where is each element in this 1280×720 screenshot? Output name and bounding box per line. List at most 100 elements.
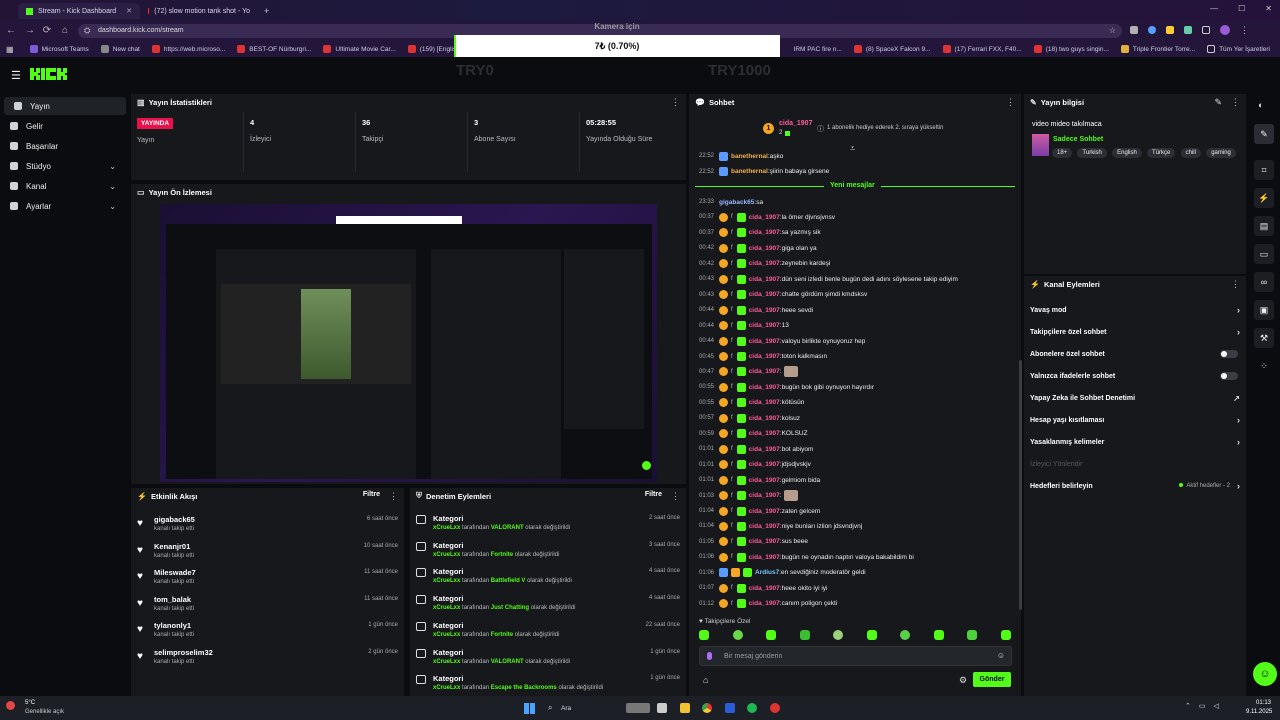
chat-message[interactable]: 00:44 f cida_1907: 13 xyxy=(699,319,1011,333)
browser-menu-icon[interactable]: ⋮ xyxy=(1240,26,1249,35)
chat-username[interactable]: cida_1907 xyxy=(749,307,780,314)
channel-action-row[interactable]: Hedefleri belirleyin Aktif hedefler - 2 › xyxy=(1030,476,1240,496)
bookmark-item[interactable]: (8) SpaceX Falcon 9... xyxy=(848,45,937,53)
chat-message[interactable]: 01:06 f cida_1907: bugün ne oynadın naptın… xyxy=(699,550,1011,564)
taskbar-app-icon[interactable] xyxy=(657,703,667,713)
chat-message[interactable]: 01:04 f cida_1907: niye bunları izlion jds… xyxy=(699,519,1011,533)
home-icon[interactable]: ⌂ xyxy=(60,26,70,36)
moderator-name[interactable]: xCrueLxx xyxy=(433,552,460,558)
extension-icon[interactable] xyxy=(1184,26,1192,34)
channel-action-row[interactable]: Yasaklanmış kelimeler › xyxy=(1030,432,1240,452)
bookmark-item[interactable]: Ultimate Movie Car... xyxy=(317,45,401,53)
chat-scrollbar[interactable] xyxy=(1019,360,1022,610)
theme-toggle-icon[interactable]: ◐ xyxy=(1258,100,1263,110)
moderator-name[interactable]: xCrueLxx xyxy=(433,659,460,665)
tag[interactable]: Türkçe xyxy=(1147,148,1176,158)
bookmark-item[interactable]: New chat xyxy=(95,45,146,53)
emote-icon[interactable] xyxy=(799,630,810,640)
rail-monitor-icon[interactable]: ▣ xyxy=(1254,300,1274,320)
chat-message[interactable]: 01:03 f cida_1907: xyxy=(699,489,1011,503)
chat-username[interactable]: gigaback65 xyxy=(719,199,754,206)
chat-username[interactable]: banethernal xyxy=(731,153,768,160)
channel-action-row[interactable]: Yavaş mod › xyxy=(1030,300,1240,320)
event-username[interactable]: Kenanjr01 xyxy=(154,542,190,551)
back-icon[interactable]: ← xyxy=(6,26,16,36)
chat-username[interactable]: cida_1907 xyxy=(749,368,780,375)
emote-icon[interactable] xyxy=(833,630,844,640)
channel-action-row[interactable]: Takipçilere özel sohbet › xyxy=(1030,322,1240,342)
chat-username[interactable]: cida_1907 xyxy=(749,322,780,329)
chat-message[interactable]: 00:59 f cida_1907: KOLSUZ xyxy=(699,427,1011,441)
chat-username[interactable]: cida_1907 xyxy=(749,260,780,267)
rail-link-icon[interactable]: ∞ xyxy=(1254,272,1274,292)
extension-icon[interactable] xyxy=(1148,26,1156,34)
taskbar-folder-icon[interactable] xyxy=(680,703,690,713)
chat-username[interactable]: cida_1907 xyxy=(749,276,780,283)
chat-username[interactable]: cida_1907 xyxy=(749,477,780,484)
chat-message[interactable]: 00:44 f cida_1907: valoyu birlikte oynuyor… xyxy=(699,334,1011,348)
chat-message[interactable]: 00:43 f cida_1907: dün seni izledi benle b… xyxy=(699,272,1011,286)
chat-username[interactable]: cida_1907 xyxy=(749,430,780,437)
edit-stream-info-icon[interactable]: ✎ xyxy=(1214,97,1222,108)
taskbar-search-label[interactable]: Ara xyxy=(561,705,571,712)
chat-username[interactable]: cida_1907 xyxy=(749,508,780,515)
tag[interactable]: 18+ xyxy=(1052,148,1073,158)
chat-message[interactable]: 01:05 f cida_1907: sus beee xyxy=(699,535,1011,549)
sidebar-item[interactable]: Kanal ⌄ xyxy=(0,177,122,195)
taskbar-spotify-icon[interactable] xyxy=(747,703,757,713)
clock-time[interactable]: 01:13 xyxy=(1256,700,1271,706)
extension-icon[interactable] xyxy=(1166,26,1174,34)
minimize-icon[interactable]: — xyxy=(1210,4,1218,13)
taskbar-app-icon[interactable] xyxy=(626,703,650,713)
send-button[interactable]: Gönder xyxy=(973,672,1011,687)
bookmark-item[interactable]: Triple Frontier Torre... xyxy=(1115,45,1201,53)
moderation-filter-button[interactable]: Filtre xyxy=(645,491,662,498)
panel-menu-icon[interactable]: ⋮ xyxy=(389,491,398,502)
chat-username[interactable]: cida_1907 xyxy=(749,229,780,236)
tag[interactable]: chill xyxy=(1180,148,1201,158)
taskbar-chrome-icon[interactable] xyxy=(702,703,712,713)
chat-username[interactable]: cida_1907 xyxy=(749,415,780,422)
hamburger-menu-icon[interactable]: ☰ xyxy=(11,69,21,82)
rail-card-icon[interactable]: ▤ xyxy=(1254,216,1274,236)
toggle-switch[interactable] xyxy=(1220,350,1238,358)
pinned-gifter[interactable]: 1 cida_1907 2 ⓘ 1 abonelik hediye ederek… xyxy=(763,120,1003,140)
chat-message[interactable]: 01:04 f cida_1907: zaten gelcem xyxy=(699,504,1011,518)
chat-username[interactable]: cida_1907 xyxy=(749,538,780,545)
chat-message[interactable]: 00:37 f cida_1907: sa yazmış sik xyxy=(699,226,1011,240)
tag[interactable]: English xyxy=(1112,148,1142,158)
moderator-name[interactable]: xCrueLxx xyxy=(433,685,460,691)
chat-message[interactable]: 22:52 banethernal: aşko xyxy=(699,149,1011,163)
event-username[interactable]: tylanonly1 xyxy=(154,621,191,630)
sidebar-item[interactable]: Başarılar xyxy=(0,137,122,155)
emoji-picker-icon[interactable]: ☺ xyxy=(997,651,1005,660)
chat-message[interactable]: 01:06 Ardius7: en sevdiğiniz moderatör ge… xyxy=(699,566,1011,580)
bookmark-item[interactable]: https://web.microso... xyxy=(146,45,231,53)
apps-grid-icon[interactable]: ▦ xyxy=(6,45,14,54)
chat-message[interactable]: 01:12 f cida_1907: canım poligon çekti xyxy=(699,597,1011,611)
rail-scan-icon[interactable]: ⌗ xyxy=(1254,160,1274,180)
chat-username[interactable]: cida_1907 xyxy=(749,585,780,592)
extensions-puzzle-icon[interactable] xyxy=(1202,26,1210,34)
bookmark-item[interactable]: Microsoft Teams xyxy=(24,45,95,53)
chat-message[interactable]: 00:42 f cida_1907: zeynebin kardeşi xyxy=(699,257,1011,271)
moderator-name[interactable]: xCrueLxx xyxy=(433,525,460,531)
toggle-switch[interactable] xyxy=(1220,372,1238,380)
chat-message[interactable]: 00:37 f cida_1907: la ömer djvnsjvnsv xyxy=(699,210,1011,224)
all-bookmarks[interactable]: Tüm Yer İşaretleri xyxy=(1201,45,1276,53)
panel-menu-icon[interactable]: ⋮ xyxy=(1231,97,1240,108)
bookmark-item[interactable]: (18) two guys singin... xyxy=(1028,45,1115,53)
rail-apps-icon[interactable]: ⁘ xyxy=(1254,356,1274,376)
panel-menu-icon[interactable]: ⋮ xyxy=(1231,279,1240,290)
volume-icon[interactable]: ◁ xyxy=(1214,702,1219,710)
taskbar-app-icon[interactable] xyxy=(770,703,780,713)
emote-icon[interactable] xyxy=(933,630,944,640)
emote-icon[interactable] xyxy=(732,630,743,640)
chat-username[interactable]: cida_1907 xyxy=(749,446,780,453)
chat-username[interactable]: banethernal xyxy=(731,168,768,175)
close-window-icon[interactable]: ✕ xyxy=(1265,4,1272,13)
chat-username[interactable]: cida_1907 xyxy=(749,492,780,499)
chat-message[interactable]: 00:45 f cida_1907: toton kalkmasın xyxy=(699,350,1011,364)
sidebar-item[interactable]: Stüdyo ⌄ xyxy=(0,157,122,175)
event-username[interactable]: Mileswade7 xyxy=(154,568,196,577)
